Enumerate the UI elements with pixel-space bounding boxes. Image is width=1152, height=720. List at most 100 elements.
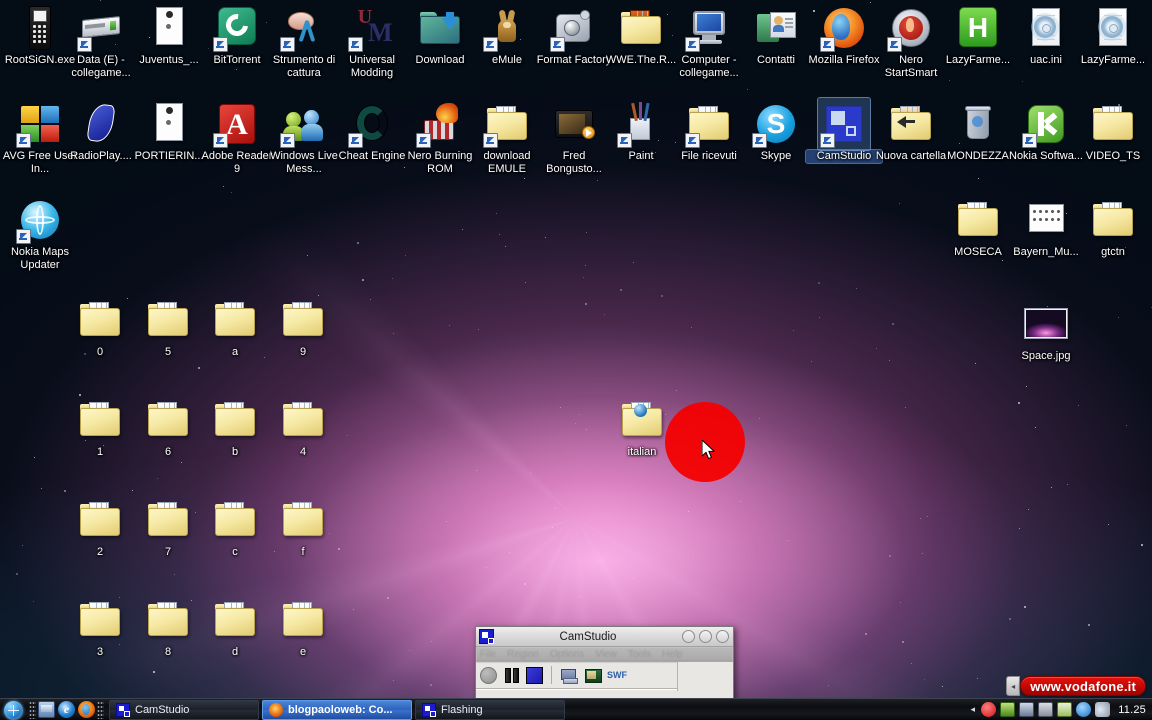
desktop-icon[interactable]: d bbox=[197, 596, 273, 659]
desktop-icon[interactable]: BitTorrent bbox=[199, 4, 275, 67]
taskbar-item-camstudio[interactable]: CamStudio bbox=[109, 699, 259, 720]
desktop-icon[interactable]: Format Factory bbox=[536, 4, 612, 67]
desktop-icon-label: 2 bbox=[96, 546, 104, 558]
desktop-icon[interactable]: e bbox=[265, 596, 341, 659]
desktop-icon[interactable]: Nero Burning ROM bbox=[402, 100, 478, 175]
menu-region[interactable]: Region bbox=[507, 649, 539, 660]
desktop-icon[interactable]: download EMULE bbox=[469, 100, 545, 175]
desktop-icon[interactable]: CamStudio bbox=[805, 97, 883, 164]
menu-view[interactable]: View bbox=[595, 649, 617, 660]
desktop-icon[interactable]: Paint bbox=[603, 100, 679, 163]
start-button[interactable] bbox=[1, 700, 27, 720]
desktop[interactable]: RootSiGN.exe Data (E) - collegame... Juven… bbox=[0, 0, 1152, 720]
taskbar-item-browser[interactable]: blogpaoloweb: Co... bbox=[262, 699, 412, 720]
desktop-icon[interactable]: H LazyFarme... bbox=[940, 4, 1016, 67]
update-tray-icon[interactable] bbox=[1076, 702, 1092, 717]
desktop-icon[interactable]: VIDEO_TS bbox=[1075, 100, 1151, 163]
desktop-icon[interactable]: 1 bbox=[62, 396, 138, 459]
task-area-grip[interactable] bbox=[97, 700, 104, 719]
desktop-icon[interactable]: Juventus_... bbox=[131, 4, 207, 67]
desktop-icon[interactable]: 5 bbox=[130, 296, 206, 359]
folder-icon bbox=[483, 100, 531, 148]
record-button[interactable] bbox=[480, 666, 497, 684]
desktop-icon[interactable]: uac.ini bbox=[1008, 4, 1084, 67]
desktop-icon[interactable]: 8 bbox=[130, 596, 206, 659]
desktop-icon[interactable]: 0 bbox=[62, 296, 138, 359]
video-annotations-button[interactable] bbox=[584, 667, 602, 684]
maximize-button[interactable] bbox=[699, 630, 712, 643]
desktop-icon[interactable]: Data (E) - collegame... bbox=[63, 4, 139, 79]
volume-tray-icon[interactable] bbox=[1095, 702, 1111, 717]
desktop-icon[interactable]: MOSECA bbox=[940, 196, 1016, 259]
quick-launch-grip[interactable] bbox=[29, 700, 36, 719]
network-tray-icon[interactable] bbox=[1000, 702, 1016, 717]
shortcut-arrow-icon bbox=[550, 37, 565, 52]
pause-button[interactable] bbox=[503, 666, 520, 684]
camstudio-titlebar[interactable]: CamStudio bbox=[476, 627, 733, 647]
internet-explorer-icon[interactable] bbox=[58, 701, 75, 718]
desktop-icon[interactable]: Strumento di cattura bbox=[266, 4, 342, 79]
display-tray-icon[interactable] bbox=[1019, 702, 1035, 717]
desktop-icon[interactable]: WWE.The.R... bbox=[603, 4, 679, 67]
avg-tray-icon[interactable] bbox=[981, 702, 997, 717]
minimize-button[interactable] bbox=[682, 630, 695, 643]
desktop-icon[interactable]: File ricevuti bbox=[671, 100, 747, 163]
desktop-icon[interactable]: PORTIERIN... bbox=[131, 100, 207, 163]
desktop-icon[interactable]: c bbox=[197, 496, 273, 559]
desktop-icon[interactable]: A Adobe Reader 9 bbox=[199, 100, 275, 175]
show-desktop-icon[interactable] bbox=[38, 701, 55, 718]
desktop-icon[interactable]: f bbox=[265, 496, 341, 559]
desktop-icon[interactable]: Cheat Engine bbox=[334, 100, 410, 163]
desktop-icon[interactable]: 2 bbox=[62, 496, 138, 559]
desktop-icon[interactable]: MONDEZZA bbox=[940, 100, 1016, 163]
menu-help[interactable]: Help bbox=[662, 649, 683, 660]
desktop-icon[interactable]: Computer - collegame... bbox=[671, 4, 747, 79]
desktop-icon[interactable]: Nuova cartella bbox=[873, 100, 949, 163]
camstudio-menubar[interactable]: File Region Options View Tools Help bbox=[476, 647, 733, 662]
shortcut-arrow-icon bbox=[685, 133, 700, 148]
desktop-icon[interactable]: italian bbox=[604, 396, 680, 459]
taskbar-item-flashing[interactable]: Flashing bbox=[415, 699, 565, 720]
desktop-icon[interactable]: 7 bbox=[130, 496, 206, 559]
desktop-icon[interactable]: U M Universal Modding bbox=[334, 4, 410, 79]
desktop-icon[interactable]: Contatti bbox=[738, 4, 814, 67]
desktop-icon[interactable]: Mozilla Firefox bbox=[806, 4, 882, 67]
camera-tray-icon[interactable] bbox=[1038, 702, 1054, 717]
desktop-icon[interactable]: b bbox=[197, 396, 273, 459]
taskbar-clock[interactable]: 11.25 bbox=[1118, 704, 1146, 716]
desktop-icon[interactable]: 9 bbox=[265, 296, 341, 359]
menu-tools[interactable]: Tools bbox=[628, 649, 651, 660]
desktop-icon[interactable]: LazyFarme... bbox=[1075, 4, 1151, 67]
desktop-icon[interactable]: 3 bbox=[62, 596, 138, 659]
quick-launch-bar[interactable] bbox=[38, 701, 95, 718]
stop-button[interactable] bbox=[526, 666, 543, 684]
desktop-icon[interactable]: Nero StartSmart bbox=[873, 4, 949, 79]
firefox-icon[interactable] bbox=[78, 701, 95, 718]
desktop-icon[interactable]: 6 bbox=[130, 396, 206, 459]
desktop-icon[interactable]: Windows Live Mess... bbox=[266, 100, 342, 175]
system-tray[interactable]: ◂ 11.25 bbox=[968, 699, 1152, 720]
desktop-icon[interactable]: S Skype bbox=[738, 100, 814, 163]
desktop-icon[interactable]: Space.jpg bbox=[1008, 300, 1084, 363]
desktop-icon[interactable]: RadioPlay.... bbox=[63, 100, 139, 163]
close-button[interactable] bbox=[716, 630, 729, 643]
desktop-icon[interactable]: Fred Bongusto... bbox=[536, 100, 612, 175]
taskbar[interactable]: CamStudio blogpaoloweb: Co... Flashing ◂… bbox=[0, 698, 1152, 720]
desktop-icon[interactable]: eMule bbox=[469, 4, 545, 67]
show-hidden-icons-button[interactable]: ◂ bbox=[968, 702, 977, 718]
battery-tray-icon[interactable] bbox=[1057, 702, 1073, 717]
desktop-icon[interactable]: Download bbox=[402, 4, 478, 67]
camstudio-window[interactable]: CamStudio File Region Options View Tools… bbox=[475, 626, 734, 706]
desktop-icon[interactable]: 4 bbox=[265, 396, 341, 459]
menu-file[interactable]: File bbox=[480, 649, 496, 660]
desktop-icon-label: Cheat Engine bbox=[338, 150, 406, 162]
desktop-icon[interactable]: a bbox=[197, 296, 273, 359]
swf-producer-button[interactable]: SWF bbox=[607, 667, 627, 684]
desktop-icon[interactable]: Nokia Softwa... bbox=[1008, 100, 1084, 163]
menu-options[interactable]: Options bbox=[550, 649, 584, 660]
desktop-icon[interactable]: Nokia Maps Updater bbox=[2, 196, 78, 271]
watermark-collapse-handle[interactable]: ◂ bbox=[1006, 676, 1021, 696]
screen-annotations-button[interactable] bbox=[560, 666, 578, 684]
desktop-icon[interactable]: gtctn bbox=[1075, 196, 1151, 259]
desktop-icon[interactable]: Bayern_Mu... bbox=[1008, 196, 1084, 259]
